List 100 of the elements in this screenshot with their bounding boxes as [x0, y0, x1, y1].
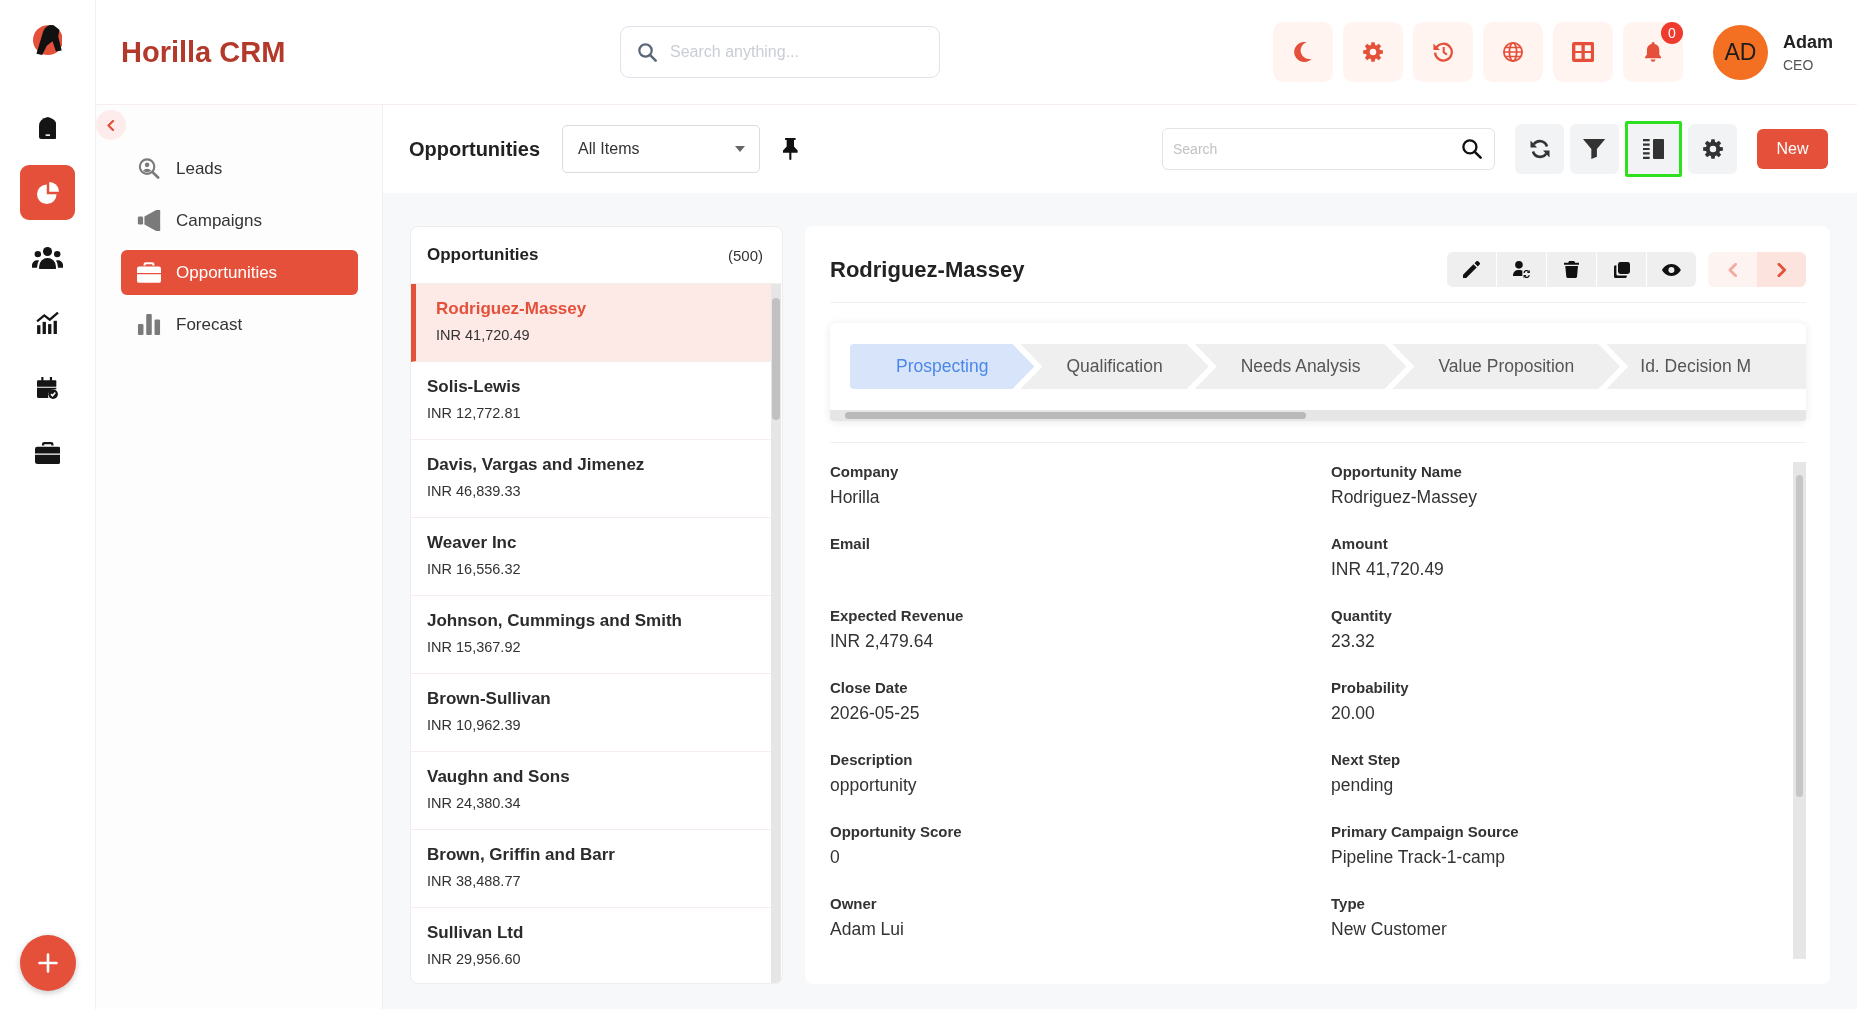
field-value: New Customer — [1331, 918, 1447, 941]
item-amount: INR 16,556.32 — [427, 561, 521, 578]
funnel-icon — [1583, 139, 1606, 159]
search-input[interactable]: Search — [1173, 134, 1454, 164]
item-amount: INR 41,720.49 — [436, 327, 530, 344]
stage-step[interactable]: Qualification — [1020, 344, 1209, 389]
person-arrows-icon — [1513, 261, 1530, 278]
stage-step[interactable]: Needs Analysis — [1194, 344, 1407, 389]
trash-icon — [1563, 261, 1580, 278]
bar-chart-icon — [137, 314, 161, 335]
calendar-check-icon — [36, 376, 59, 399]
magnifier-person-icon — [137, 158, 161, 179]
add-button[interactable] — [19, 935, 76, 991]
edit-button[interactable] — [1447, 252, 1496, 287]
user-avatar[interactable]: AD — [1713, 24, 1768, 80]
sidebar-item[interactable]: Forecast — [121, 302, 358, 347]
field-value: 20.00 — [1331, 702, 1375, 725]
search-field[interactable]: Search — [1162, 128, 1495, 170]
field-label: Quantity — [1331, 606, 1392, 626]
pencil-icon — [1463, 261, 1480, 278]
filter-button[interactable] — [1570, 124, 1619, 174]
item-name: Brown, Griffin and Barr — [427, 845, 615, 865]
notifications-button[interactable]: 0 — [1623, 22, 1683, 82]
item-amount: INR 10,962.39 — [427, 717, 521, 734]
field-label: Opportunity Score — [830, 822, 962, 842]
settings-button[interactable] — [1688, 124, 1737, 174]
search-icon — [638, 42, 657, 62]
split-view-button[interactable] — [1625, 121, 1682, 177]
briefcase-icon — [137, 262, 161, 283]
item-name: Rodriguez-Massey — [436, 299, 587, 319]
field-value: 23.32 — [1331, 630, 1375, 653]
field-value: INR 41,720.49 — [1331, 558, 1444, 581]
pin-icon[interactable] — [783, 138, 798, 160]
chart-icon — [35, 311, 60, 334]
page-title: Opportunities — [409, 137, 541, 161]
sidebar-item[interactable]: Campaigns — [121, 198, 358, 243]
item-amount: INR 46,839.33 — [427, 483, 521, 500]
item-amount: INR 29,956.60 — [427, 951, 521, 968]
field-label: Amount — [1331, 534, 1388, 554]
logo-icon[interactable] — [32, 24, 63, 55]
scrollbar[interactable] — [830, 410, 1806, 421]
stage-step[interactable]: Value Proposition — [1392, 344, 1621, 389]
plus-icon — [37, 953, 58, 973]
circular-arrows-icon — [1529, 139, 1550, 159]
item-name: Davis, Vargas and Jimenez — [427, 455, 645, 475]
refresh-button[interactable] — [1515, 124, 1564, 174]
sidebar-item[interactable]: Opportunities — [121, 250, 358, 295]
collapse-sidebar-button[interactable] — [96, 110, 126, 140]
pie-chart-icon — [36, 181, 59, 204]
next-button[interactable] — [1757, 252, 1806, 287]
new-button[interactable]: New — [1757, 129, 1828, 169]
split-view-icon — [1642, 139, 1665, 159]
grid-icon — [1571, 42, 1595, 62]
gear-icon — [1702, 139, 1723, 159]
field-value: Adam Lui — [830, 918, 904, 941]
megaphone-icon — [137, 210, 161, 231]
view-select[interactable]: All Items — [562, 125, 761, 173]
notification-badge: 0 — [1661, 22, 1683, 44]
bell-icon — [1644, 42, 1662, 62]
item-name: Solis-Lewis — [427, 377, 521, 397]
field-label: Opportunity Name — [1331, 462, 1462, 482]
field-label: Close Date — [830, 678, 908, 698]
sidebar-item[interactable]: Leads — [121, 146, 358, 191]
app-title: Horilla CRM — [121, 35, 286, 68]
copy-icon — [1613, 261, 1630, 278]
chevron-left-icon — [107, 119, 115, 131]
history-button[interactable] — [1413, 22, 1473, 82]
field-label: Email — [830, 534, 871, 554]
field-value: pending — [1331, 774, 1394, 797]
scrollbar[interactable] — [1793, 462, 1806, 959]
field-label: Probability — [1331, 678, 1409, 698]
gear-icon — [1363, 42, 1383, 62]
language-button[interactable] — [1483, 22, 1543, 82]
field-label: Next Step — [1331, 750, 1401, 770]
apps-button[interactable] — [1553, 22, 1613, 82]
stage-step[interactable]: Id. Decision M — [1606, 344, 1806, 389]
list-item[interactable]: Rodriguez-Massey INR 41,720.49 — [411, 284, 771, 362]
user-name: Adam — [1783, 31, 1833, 53]
eye-icon — [1662, 263, 1681, 276]
delete-button[interactable] — [1547, 252, 1596, 287]
chevron-left-icon — [1727, 262, 1738, 277]
duplicate-button[interactable] — [1597, 252, 1646, 287]
field-value: opportunity — [830, 774, 917, 797]
field-label: Owner — [830, 894, 877, 914]
item-amount: INR 24,380.34 — [427, 795, 521, 812]
theme-toggle-button[interactable] — [1273, 22, 1333, 82]
scrollbar[interactable] — [771, 284, 781, 983]
item-name: Weaver Inc — [427, 533, 517, 553]
field-label: Expected Revenue — [830, 606, 964, 626]
moon-icon — [1294, 42, 1312, 62]
caret-down-icon — [735, 146, 746, 152]
reassign-button[interactable] — [1497, 252, 1546, 287]
briefcase-icon — [34, 441, 61, 464]
preview-button[interactable] — [1647, 252, 1696, 287]
record-count: (500) — [727, 246, 763, 264]
record-title: Rodriguez-Massey — [830, 256, 1025, 283]
field-value: Horilla — [830, 486, 880, 509]
item-amount: INR 12,772.81 — [427, 405, 521, 422]
item-name: Vaughn and Sons — [427, 767, 570, 787]
list-title: Opportunities — [427, 245, 539, 265]
